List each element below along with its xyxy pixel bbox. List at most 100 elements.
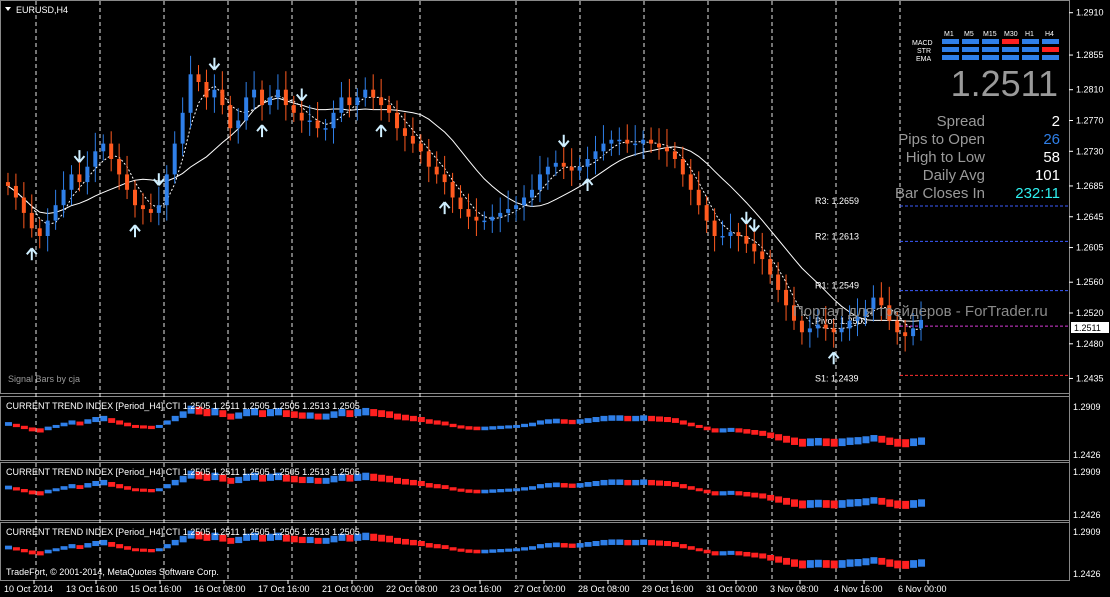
trend-cell: [1002, 47, 1019, 52]
cti-bar: [489, 426, 497, 430]
cti-bar: [751, 429, 759, 435]
cti-bar: [513, 488, 521, 492]
cti-bar: [624, 415, 632, 422]
trend-cell: [982, 39, 999, 44]
candle-body: [133, 189, 138, 206]
candle-body: [101, 143, 106, 152]
price-tick-label: 1.2645: [1076, 212, 1104, 222]
candle-body: [815, 324, 820, 329]
trend-cell: [1042, 39, 1059, 44]
cti-bar: [648, 415, 656, 422]
stat-label-hl: High to Low: [906, 149, 985, 166]
cti-bar: [846, 559, 854, 567]
cti-bar: [28, 550, 36, 555]
time-tick-label: 10 Oct 2014: [4, 584, 53, 594]
candle-body: [236, 120, 241, 129]
cti-bar: [124, 546, 132, 550]
cti-bar: [894, 500, 902, 509]
sell-arrow-icon: [295, 88, 308, 102]
candle-body: [355, 97, 360, 106]
cti-bar: [838, 500, 846, 508]
cti-bar: [147, 548, 155, 553]
cti-panel-2-tick-low: 1.2426: [1073, 510, 1101, 520]
cti-bar: [36, 551, 44, 556]
cti-bar: [370, 473, 378, 481]
time-tick-label: 28 Oct 08:00: [578, 584, 630, 594]
cti-bar: [862, 436, 870, 444]
candle-body: [784, 289, 789, 306]
candle-body: [601, 143, 606, 152]
cti-bar: [386, 411, 394, 418]
cti-bar: [806, 560, 814, 568]
buy-arrow-icon: [581, 178, 594, 191]
cti-bar: [362, 407, 370, 416]
cti-bar: [481, 549, 489, 554]
candle-body: [315, 120, 320, 129]
cti-bar: [663, 480, 671, 487]
cti-bar: [116, 484, 124, 489]
cti-bar: [616, 479, 624, 485]
cti-bar: [465, 549, 473, 553]
price-tick-label: 1.2560: [1076, 277, 1104, 287]
cti-bar: [870, 497, 878, 504]
cti-bar: [52, 424, 60, 428]
trend-cell: [942, 47, 959, 52]
cti-bar: [528, 422, 536, 427]
cti-bar: [179, 411, 187, 418]
cti-bar: [528, 546, 536, 550]
cti-bar: [425, 543, 433, 548]
cti-bar: [60, 422, 68, 427]
cti-bar: [322, 413, 330, 420]
cti-bar: [68, 484, 76, 489]
cti-bar: [147, 425, 155, 430]
moving-average-lines: [7, 85, 922, 330]
cti-bar: [624, 479, 632, 486]
cti-bar: [846, 437, 854, 445]
cti-bar: [640, 415, 648, 421]
cti-bar: [163, 420, 171, 425]
cti-bar: [663, 417, 671, 423]
cti-bar: [687, 422, 695, 427]
candle-body: [744, 236, 749, 244]
cti-bar: [314, 537, 322, 544]
buy-arrow-icon: [256, 124, 268, 138]
cti-bar: [449, 547, 457, 551]
stat-value-hl: 58: [1043, 149, 1060, 166]
cti-bar: [727, 550, 735, 555]
candle-body: [569, 166, 574, 171]
cti-bar: [378, 474, 386, 482]
cti-bar: [719, 491, 727, 496]
cti-bar: [132, 548, 140, 552]
cti-bar: [910, 438, 918, 447]
candle-body: [514, 205, 519, 210]
cti-bar: [306, 412, 314, 419]
time-ticks: 10 Oct 2014 13 Oct 16:00 15 Oct 16:00 16 Oc…: [4, 580, 947, 594]
candle-body: [736, 232, 741, 236]
cti-bar: [155, 548, 163, 552]
trend-cell: [962, 47, 979, 52]
cti-bar: [68, 420, 76, 425]
candle-body: [458, 197, 463, 210]
symbol-label: EURUSD,H4: [16, 5, 68, 15]
candle-body: [339, 97, 344, 113]
cti-bar: [386, 475, 394, 483]
candle-body: [180, 112, 185, 144]
cti-bar: [584, 482, 592, 487]
trend-dashboard: M1 M5 M15 M30 H1 H4 MACD STR EMA 1.2511 …: [895, 31, 1060, 202]
tf-label-m5: M5: [964, 31, 974, 38]
candle-body: [13, 185, 18, 198]
cti-bar: [759, 493, 767, 499]
price-tick-label: 1.2910: [1076, 8, 1104, 18]
cti-bar: [727, 427, 735, 432]
candle-body: [204, 82, 209, 98]
cti-bar: [100, 415, 108, 422]
cti-bar: [449, 487, 457, 491]
cti-bar: [775, 556, 783, 563]
cti-bar: [401, 478, 409, 485]
time-tick-label: 15 Oct 16:00: [130, 584, 182, 594]
chart-menu-icon[interactable]: [5, 7, 11, 11]
cti-bar: [878, 497, 886, 505]
cti-bar: [775, 496, 783, 503]
tf-label-m30: M30: [1004, 31, 1018, 38]
candle-body: [585, 159, 590, 167]
